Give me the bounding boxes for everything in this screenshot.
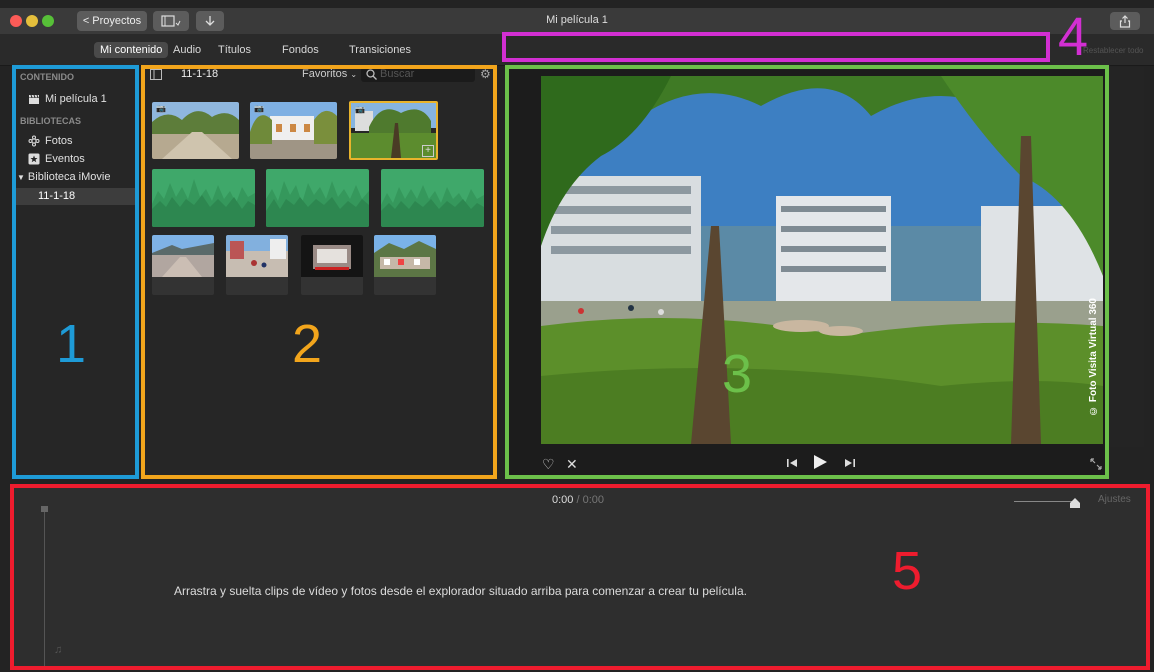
annotation-label-5: 5 (892, 541, 923, 601)
playhead[interactable] (44, 510, 45, 666)
photo-watermark: © Foto Visita Virtual 360 (1088, 298, 1099, 416)
video-clip-4[interactable] (374, 235, 436, 295)
tab-titulos[interactable]: Títulos (218, 44, 251, 56)
video-clip-2[interactable] (226, 235, 288, 295)
audio-clip-2[interactable] (266, 169, 369, 227)
window-title: Mi película 1 (546, 14, 608, 26)
search-icon (366, 69, 377, 80)
share-icon (1119, 14, 1131, 28)
sidebar-item-events-label: Eventos (45, 153, 85, 165)
total-time: 0:00 (582, 494, 605, 506)
photo-clip-2[interactable]: 📷 (250, 102, 337, 159)
annotation-label-4: 4 (1058, 7, 1089, 67)
sidebar-item-project-label: Mi película 1 (45, 93, 107, 105)
browser-header: 11-1-18 Favoritos ⌄ Buscar ⚙ (143, 67, 494, 83)
sidebar-item-photos[interactable]: Fotos (28, 135, 73, 147)
photos-flower-icon (28, 135, 40, 147)
events-star-icon (28, 153, 40, 165)
clapperboard-icon (29, 94, 39, 104)
annotation-label-2: 2 (292, 314, 323, 374)
libraries-section-header: BIBLIOTECAS (20, 116, 82, 126)
tab-fondos[interactable]: Fondos (282, 44, 319, 56)
media-browser: 11-1-18 Favoritos ⌄ Buscar ⚙ 📷 📷 📷 + (143, 67, 494, 477)
zoom-slider-thumb[interactable] (1070, 495, 1080, 513)
event-title: 11-1-18 (181, 68, 219, 80)
sidebar-item-photos-label: Fotos (45, 135, 73, 147)
timeline-settings-button[interactable]: Ajustes (1098, 494, 1131, 505)
video-preview[interactable]: © Foto Visita Virtual 360 (541, 76, 1103, 444)
disclosure-triangle-icon[interactable]: ▼ (17, 173, 25, 182)
sidebar-item-event-selected[interactable]: 11-1-18 (14, 188, 138, 205)
content-tab-bar: Mi contenido Audio Títulos Fondos Transi… (0, 34, 1154, 90)
viewer-panel: © Foto Visita Virtual 360 ♡ ✕ (508, 67, 1106, 477)
photo-clip-1[interactable]: 📷 (152, 102, 239, 159)
content-section-header: CONTENIDO (20, 72, 74, 82)
reset-all-button[interactable]: Restablecer todo (1083, 46, 1143, 55)
current-time: 0:00 (552, 494, 574, 506)
fullscreen-icon[interactable] (1090, 457, 1102, 475)
audio-clip-1[interactable] (152, 169, 255, 227)
sidebar-item-events[interactable]: Eventos (28, 153, 85, 165)
music-note-icon: ♫ (54, 644, 63, 656)
timeline: 0:00 / 0:00 Ajustes Arrastra y suelta cl… (14, 486, 1148, 668)
imovie-window: < Proyectos Mi película 1 Mi contenido A… (0, 0, 1154, 672)
tab-audio[interactable]: Audio (173, 44, 201, 56)
annotation-label-1: 1 (56, 314, 87, 374)
audio-clip-3[interactable] (381, 169, 484, 227)
chevron-down-icon: ⌄ (350, 70, 358, 79)
skip-forward-icon[interactable] (844, 456, 856, 474)
sidebar-item-event-label: 11-1-18 (38, 190, 76, 202)
tab-transiciones[interactable]: Transiciones (349, 44, 411, 56)
title-bar: < Proyectos Mi película 1 (0, 8, 1154, 34)
empty-timeline-message: Arrastra y suelta clips de vídeo y fotos… (174, 584, 747, 598)
camera-icon: 📷 (254, 104, 264, 113)
skip-back-icon[interactable] (786, 456, 798, 474)
play-icon[interactable] (812, 454, 828, 475)
sidebar-item-library[interactable]: ▼ Biblioteca iMovie (17, 171, 110, 183)
viewer-side-area (1110, 67, 1144, 447)
sidebar-item-library-label: Biblioteca iMovie (27, 171, 111, 183)
reject-icon[interactable]: ✕ (566, 456, 578, 473)
camera-icon: 📷 (355, 105, 365, 114)
zoom-slider-track[interactable] (1014, 501, 1074, 502)
favorites-filter-dropdown[interactable]: Favoritos ⌄ (302, 68, 357, 80)
browser-settings-gear-icon[interactable]: ⚙ (480, 67, 491, 81)
add-to-movie-icon[interactable]: + (422, 145, 434, 157)
sidebar-item-project[interactable]: Mi película 1 (28, 93, 107, 105)
annotation-label-3: 3 (722, 344, 753, 404)
timecode: 0:00 / 0:00 (552, 494, 604, 506)
favorite-heart-icon[interactable]: ♡ (542, 456, 555, 473)
camera-icon: 📷 (156, 104, 166, 113)
favorites-filter-label: Favoritos (302, 68, 348, 80)
share-button[interactable] (1110, 12, 1140, 30)
sidebar-toggle-icon[interactable] (150, 69, 162, 80)
video-clip-3[interactable] (301, 235, 363, 295)
video-clip-1[interactable] (152, 235, 214, 295)
tab-mi-contenido[interactable]: Mi contenido (94, 42, 169, 58)
libraries-sidebar: CONTENIDO Mi película 1 BIBLIOTECAS Foto… (14, 67, 138, 477)
search-field[interactable]: Buscar (361, 67, 475, 82)
playhead-handle[interactable] (41, 506, 48, 512)
photo-clip-3-selected[interactable]: 📷 + (349, 101, 438, 160)
time-separator: / (576, 494, 580, 506)
search-placeholder: Buscar (380, 68, 415, 80)
